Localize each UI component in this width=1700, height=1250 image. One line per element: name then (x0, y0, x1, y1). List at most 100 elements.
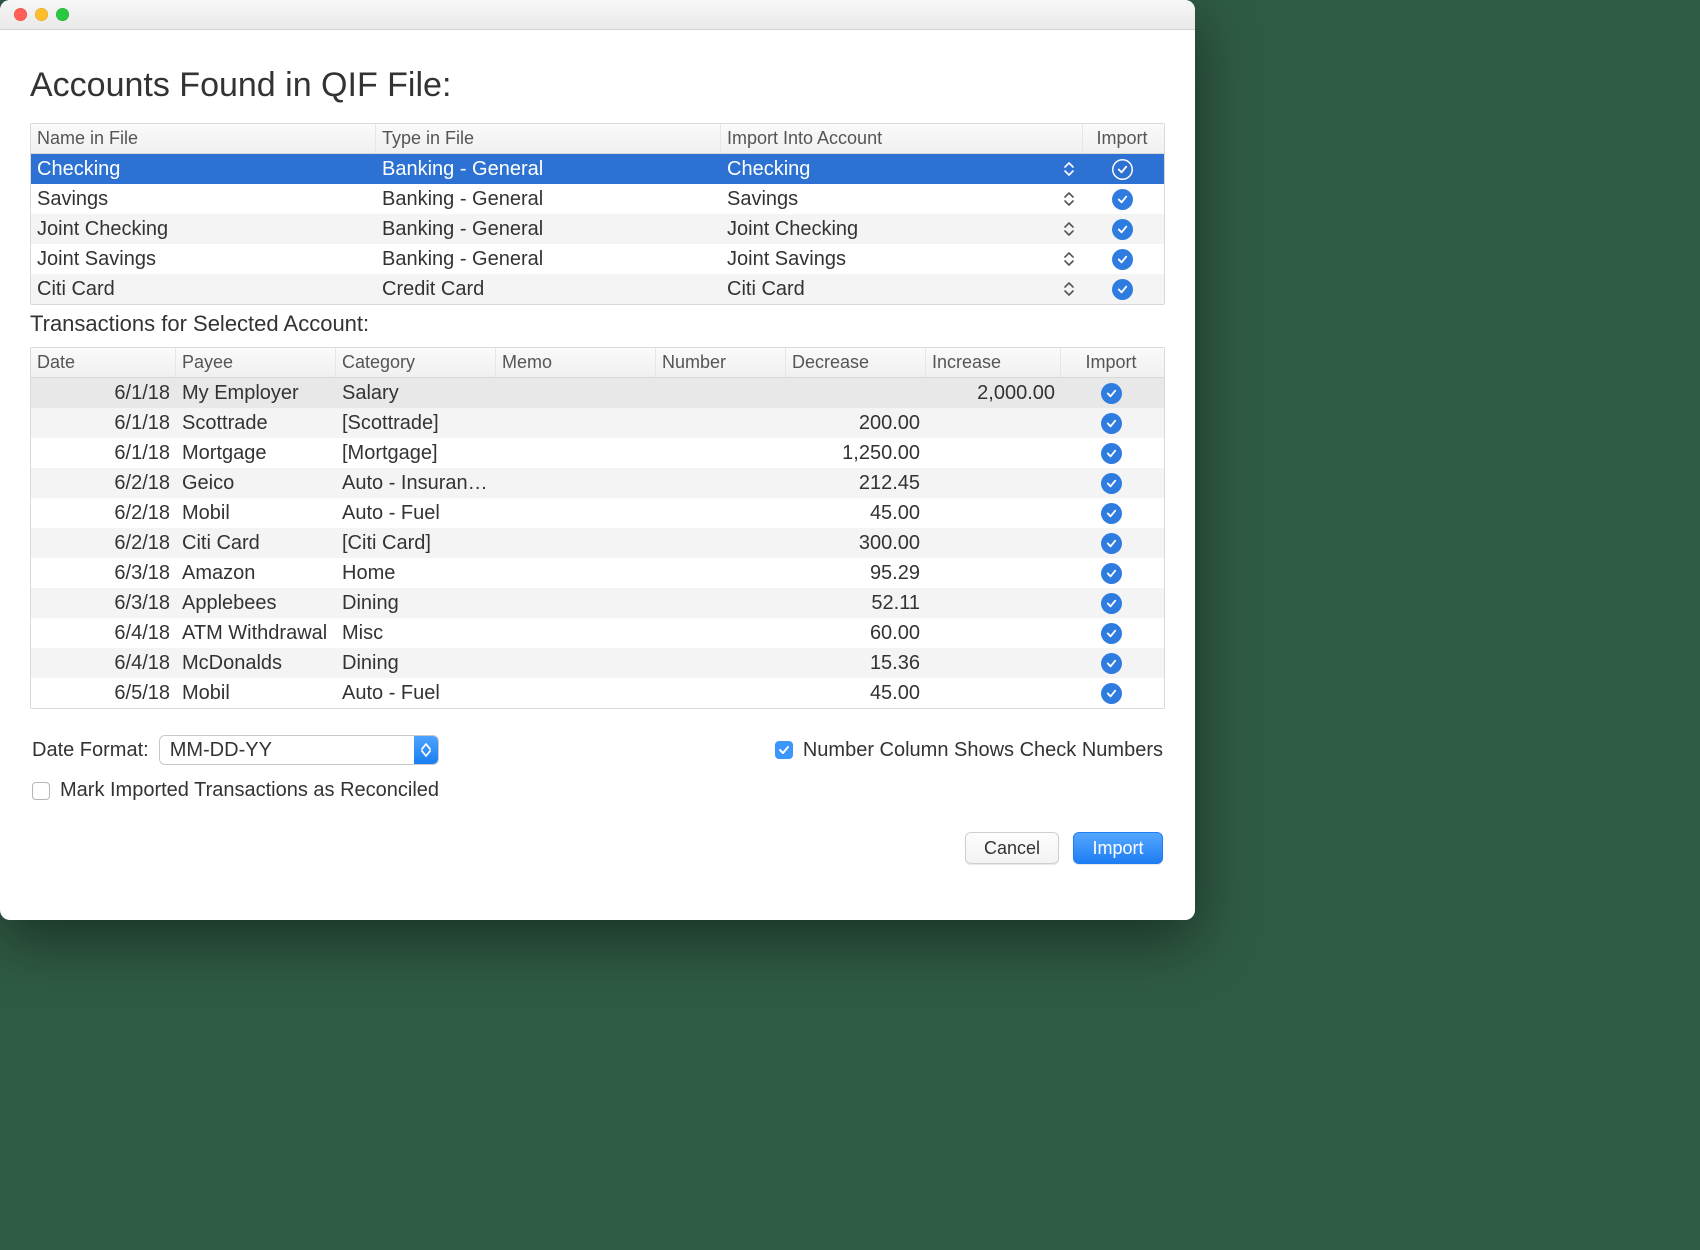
close-window-button[interactable] (14, 8, 27, 21)
account-import-into[interactable]: Joint Checking (721, 216, 1025, 243)
account-name: Joint Savings (31, 246, 376, 273)
trans-memo (496, 541, 656, 545)
checkmark-icon[interactable] (1112, 279, 1133, 300)
transaction-row[interactable]: 6/1/18Scottrade[Scottrade] 200.00 (31, 408, 1164, 438)
trans-payee: ATM Withdrawal (176, 620, 336, 647)
trans-decrease: 95.29 (786, 560, 926, 587)
trans-memo (496, 691, 656, 695)
checkmark-icon[interactable] (1101, 503, 1122, 524)
import-button[interactable]: Import (1073, 832, 1163, 864)
trans-increase (926, 421, 1061, 425)
trans-payee: Geico (176, 470, 336, 497)
trans-col-memo: Memo (496, 348, 656, 377)
account-name: Citi Card (31, 276, 376, 303)
number-column-checkbox[interactable] (775, 741, 793, 759)
checkmark-icon[interactable] (1101, 533, 1122, 554)
account-import-into[interactable]: Citi Card (721, 276, 1025, 303)
account-import-into[interactable]: Checking (721, 156, 1025, 183)
checkmark-icon[interactable] (1101, 443, 1122, 464)
trans-date: 6/1/18 (31, 410, 176, 437)
trans-payee: Scottrade (176, 410, 336, 437)
accounts-row[interactable]: Joint SavingsBanking - GeneralJoint Savi… (31, 244, 1164, 274)
date-format-label: Date Format: (32, 739, 149, 762)
date-format-select[interactable]: MM-DD-YY (159, 735, 439, 765)
trans-category: Auto - Fuel (336, 680, 496, 707)
transaction-row[interactable]: 6/1/18My EmployerSalary2,000.00 (31, 378, 1164, 408)
transactions-table: Date Payee Category Memo Number Decrease… (30, 347, 1165, 709)
transaction-row[interactable]: 6/3/18ApplebeesDining52.11 (31, 588, 1164, 618)
account-import-into[interactable]: Joint Savings (721, 246, 1025, 273)
options-row: Date Format: MM-DD-YY Number Column Show… (30, 709, 1165, 765)
trans-date: 6/2/18 (31, 470, 176, 497)
checkmark-icon[interactable] (1101, 473, 1122, 494)
content: Accounts Found in QIF File: Name in File… (0, 30, 1195, 920)
chevron-updown-icon[interactable] (1063, 248, 1077, 270)
trans-decrease (786, 391, 926, 395)
transaction-row[interactable]: 6/4/18ATM WithdrawalMisc60.00 (31, 618, 1164, 648)
transaction-row[interactable]: 6/1/18Mortgage[Mortgage]1,250.00 (31, 438, 1164, 468)
checkmark-icon[interactable] (1101, 563, 1122, 584)
trans-payee: My Employer (176, 380, 336, 407)
account-type: Banking - General (376, 156, 721, 183)
checkmark-icon[interactable] (1101, 623, 1122, 644)
trans-increase (926, 481, 1061, 485)
accounts-row[interactable]: SavingsBanking - GeneralSavings (31, 184, 1164, 214)
trans-increase (926, 601, 1061, 605)
trans-category: [Mortgage] (336, 440, 496, 467)
checkmark-icon[interactable] (1112, 249, 1133, 270)
transaction-row[interactable]: 6/2/18MobilAuto - Fuel45.00 (31, 498, 1164, 528)
trans-col-decrease: Decrease (786, 348, 926, 377)
chevron-updown-icon[interactable] (1063, 218, 1077, 240)
accounts-row[interactable]: Joint CheckingBanking - GeneralJoint Che… (31, 214, 1164, 244)
transaction-row[interactable]: 6/2/18Citi Card[Citi Card]300.00 (31, 528, 1164, 558)
accounts-col-import: Import (1083, 124, 1161, 153)
trans-category: Home (336, 560, 496, 587)
trans-decrease: 52.11 (786, 590, 926, 617)
checkmark-icon[interactable] (1101, 383, 1122, 404)
trans-decrease: 200.00 (786, 410, 926, 437)
trans-col-import: Import (1061, 348, 1161, 377)
date-format-value: MM-DD-YY (170, 739, 272, 762)
accounts-row[interactable]: Citi CardCredit CardCiti Card (31, 274, 1164, 304)
trans-number (656, 511, 786, 515)
trans-increase (926, 661, 1061, 665)
chevron-updown-icon[interactable] (1063, 158, 1077, 180)
accounts-col-type: Type in File (376, 124, 721, 153)
chevron-updown-icon[interactable] (1063, 278, 1077, 300)
trans-memo (496, 601, 656, 605)
transaction-row[interactable]: 6/3/18AmazonHome 95.29 (31, 558, 1164, 588)
checkmark-icon[interactable] (1112, 159, 1133, 180)
trans-payee: Mobil (176, 680, 336, 707)
accounts-row[interactable]: CheckingBanking - GeneralChecking (31, 154, 1164, 184)
account-import-into[interactable]: Savings (721, 186, 1025, 213)
checkmark-icon[interactable] (1101, 653, 1122, 674)
trans-decrease: 60.00 (786, 620, 926, 647)
cancel-button[interactable]: Cancel (965, 832, 1059, 864)
trans-increase (926, 511, 1061, 515)
accounts-table: Name in File Type in File Import Into Ac… (30, 123, 1165, 305)
trans-category: Auto - Insuran… (336, 470, 496, 497)
trans-date: 6/3/18 (31, 560, 176, 587)
transaction-row[interactable]: 6/2/18GeicoAuto - Insuran…212.45 (31, 468, 1164, 498)
checkmark-icon[interactable] (1101, 683, 1122, 704)
transaction-row[interactable]: 6/4/18McDonaldsDining15.36 (31, 648, 1164, 678)
checkmark-icon[interactable] (1112, 189, 1133, 210)
trans-payee: Applebees (176, 590, 336, 617)
transaction-row[interactable]: 6/5/18MobilAuto - Fuel45.00 (31, 678, 1164, 708)
trans-category: Dining (336, 650, 496, 677)
trans-payee: Amazon (176, 560, 336, 587)
accounts-col-name: Name in File (31, 124, 376, 153)
chevron-updown-icon[interactable] (1063, 188, 1077, 210)
trans-number (656, 451, 786, 455)
minimize-window-button[interactable] (35, 8, 48, 21)
mark-reconciled-checkbox[interactable] (32, 782, 50, 800)
zoom-window-button[interactable] (56, 8, 69, 21)
trans-category: [Scottrade] (336, 410, 496, 437)
checkmark-icon[interactable] (1112, 219, 1133, 240)
checkmark-icon[interactable] (1101, 413, 1122, 434)
trans-increase (926, 451, 1061, 455)
trans-number (656, 421, 786, 425)
checkmark-icon[interactable] (1101, 593, 1122, 614)
trans-number (656, 661, 786, 665)
import-qif-window: Accounts Found in QIF File: Name in File… (0, 0, 1195, 920)
